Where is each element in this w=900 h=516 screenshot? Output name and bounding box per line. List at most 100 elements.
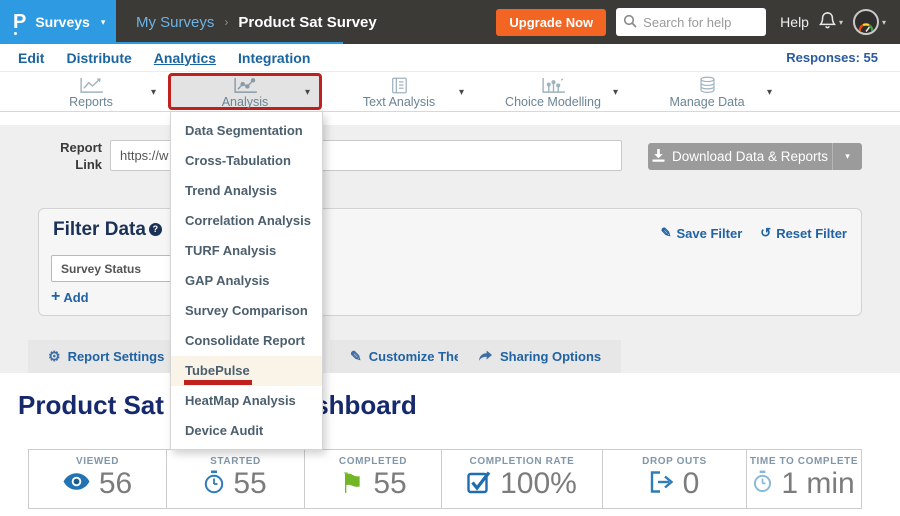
chevron-down-icon: ▾ bbox=[613, 87, 618, 98]
menu-item-tubepulse[interactable]: TubePulse bbox=[171, 356, 322, 386]
toolbar-label: Reports bbox=[17, 95, 165, 109]
menu-item-device-audit[interactable]: Device Audit bbox=[171, 416, 322, 446]
nav-analytics[interactable]: Analytics bbox=[154, 50, 216, 66]
reset-filter-button[interactable]: ↺ Reset Filter bbox=[760, 225, 847, 241]
search-input[interactable] bbox=[616, 8, 766, 36]
toolbar-label: Analysis bbox=[171, 95, 319, 109]
tab-sharing-options[interactable]: Sharing Options bbox=[458, 340, 621, 373]
upgrade-now-button[interactable]: Upgrade Now bbox=[496, 9, 606, 36]
tab-report-settings[interactable]: ⚙ Report Settings bbox=[28, 340, 184, 373]
stopwatch-icon bbox=[204, 470, 224, 499]
stat-viewed: VIEWED 56 bbox=[29, 450, 167, 508]
eye-icon bbox=[63, 473, 90, 495]
download-options-caret[interactable]: ▾ bbox=[832, 143, 862, 170]
share-icon bbox=[478, 349, 493, 365]
combo-chart-icon bbox=[479, 77, 627, 94]
chevron-down-icon: ▾ bbox=[151, 87, 156, 98]
search-icon bbox=[623, 14, 637, 33]
menu-item-trend-analysis[interactable]: Trend Analysis bbox=[171, 176, 322, 206]
app-window: P Surveys ▾ My Surveys › Product Sat Sur… bbox=[0, 0, 900, 516]
download-data-reports-button[interactable]: Download Data & Reports ▾ bbox=[648, 143, 862, 170]
exit-icon bbox=[650, 471, 674, 498]
stat-completion-rate: COMPLETION RATE 100% bbox=[442, 450, 603, 508]
chevron-down-icon: ▾ bbox=[305, 87, 310, 98]
stat-time-to-complete: TIME TO COMPLETE 1 min bbox=[747, 450, 861, 508]
scatter-chart-icon bbox=[171, 77, 319, 94]
stat-started: STARTED 55 bbox=[167, 450, 305, 508]
menu-item-cross-tabulation[interactable]: Cross-Tabulation bbox=[171, 146, 322, 176]
chevron-down-icon: ▾ bbox=[101, 17, 106, 28]
nav-edit[interactable]: Edit bbox=[18, 50, 44, 66]
menu-item-data-segmentation[interactable]: Data Segmentation bbox=[171, 116, 322, 146]
chevron-down-icon: ▾ bbox=[882, 18, 886, 27]
download-label: Download Data & Reports bbox=[672, 149, 828, 164]
toolbar-label: Manage Data bbox=[633, 95, 781, 109]
menu-item-consolidate-report[interactable]: Consolidate Report bbox=[171, 326, 322, 356]
survey-status-value: Survey Status bbox=[61, 262, 141, 276]
stat-completed: COMPLETED ⚑ 55 bbox=[305, 450, 442, 508]
gear-icon: ⚙ bbox=[48, 348, 61, 365]
line-chart-icon bbox=[17, 77, 165, 94]
pencil-icon: ✎ bbox=[350, 348, 362, 365]
menu-item-heatmap-analysis[interactable]: HeatMap Analysis bbox=[171, 386, 322, 416]
checkbox-icon bbox=[467, 470, 491, 499]
breadcrumb-my-surveys[interactable]: My Surveys bbox=[136, 14, 214, 31]
ledger-icon bbox=[325, 77, 473, 94]
toolbar-manage-data[interactable]: Manage Data ▾ bbox=[630, 73, 784, 110]
toolbar-label: Text Analysis bbox=[325, 95, 473, 109]
breadcrumb: My Surveys › Product Sat Survey bbox=[136, 14, 377, 31]
pencil-icon: ✎ bbox=[661, 225, 672, 241]
responses-count: Responses: 55 bbox=[786, 50, 878, 65]
save-filter-button[interactable]: ✎ Save Filter bbox=[661, 225, 743, 241]
report-link-label: Report Link bbox=[50, 140, 102, 174]
notifications-menu[interactable]: ▾ bbox=[819, 11, 843, 34]
filter-actions: ✎ Save Filter ↺ Reset Filter bbox=[661, 225, 847, 241]
toolbar-choice-modelling[interactable]: Choice Modelling ▾ bbox=[476, 73, 630, 110]
breadcrumb-current-survey: Product Sat Survey bbox=[238, 14, 376, 31]
analysis-dropdown-menu: Data Segmentation Cross-Tabulation Trend… bbox=[170, 112, 323, 450]
menu-item-survey-comparison[interactable]: Survey Comparison bbox=[171, 296, 322, 326]
breadcrumb-separator: › bbox=[224, 15, 228, 29]
filter-data-panel: Filter Data? ✎ Save Filter ↺ Reset Filte… bbox=[38, 208, 862, 316]
help-link[interactable]: Help bbox=[780, 14, 809, 30]
chevron-down-icon: ▾ bbox=[459, 87, 464, 98]
account-menu[interactable]: ▾ bbox=[853, 9, 886, 35]
chevron-down-icon: ▾ bbox=[767, 87, 772, 98]
product-name: Surveys bbox=[35, 14, 89, 30]
survey-status-select[interactable]: Survey Status ▾ bbox=[51, 255, 188, 282]
nav-distribute[interactable]: Distribute bbox=[66, 50, 131, 66]
report-tabs: ⚙ Report Settings ✎ Customize Theme Shar… bbox=[0, 340, 900, 373]
brand-logo-icon: P bbox=[13, 12, 26, 32]
menu-item-correlation-analysis[interactable]: Correlation Analysis bbox=[171, 206, 322, 236]
reset-icon: ↺ bbox=[760, 225, 771, 241]
toolbar-text-analysis[interactable]: Text Analysis ▾ bbox=[322, 73, 476, 110]
avatar bbox=[853, 9, 879, 35]
bell-icon bbox=[819, 11, 836, 34]
content-area: Report Link Download Data & Reports ▾ Fi… bbox=[0, 112, 900, 516]
survey-nav: Edit Distribute Analytics Integration Re… bbox=[0, 44, 900, 71]
stats-summary: VIEWED 56 STARTED 55 bbox=[28, 449, 862, 509]
help-search bbox=[616, 8, 766, 36]
toolbar-reports[interactable]: Reports ▾ bbox=[14, 73, 168, 110]
menu-item-turf-analysis[interactable]: TURF Analysis bbox=[171, 236, 322, 266]
plus-icon: + bbox=[51, 289, 60, 305]
database-icon bbox=[633, 77, 781, 94]
add-filter-button[interactable]: + Add bbox=[51, 289, 89, 305]
analytics-toolbar: Reports ▾ Analysis ▾ Text Analysis ▾ Cho… bbox=[0, 71, 900, 112]
download-icon bbox=[652, 149, 665, 165]
annotation-underline bbox=[184, 380, 252, 385]
flag-icon: ⚑ bbox=[339, 470, 364, 498]
product-switcher[interactable]: P Surveys ▾ bbox=[0, 0, 116, 44]
nav-integration[interactable]: Integration bbox=[238, 50, 310, 66]
toolbar-label: Choice Modelling bbox=[479, 95, 627, 109]
stat-drop-outs: DROP OUTS 0 bbox=[603, 450, 747, 508]
timer-icon bbox=[753, 470, 772, 498]
menu-item-gap-analysis[interactable]: GAP Analysis bbox=[171, 266, 322, 296]
help-icon[interactable]: ? bbox=[149, 223, 162, 236]
chevron-down-icon: ▾ bbox=[845, 151, 850, 162]
top-bar: P Surveys ▾ My Surveys › Product Sat Sur… bbox=[0, 0, 900, 44]
top-bar-actions: Upgrade Now Help ▾ bbox=[496, 8, 900, 36]
dashboard-section: Product Sat Survey - Dashboard VIEWED 56… bbox=[0, 373, 900, 516]
toolbar-analysis[interactable]: Analysis ▾ bbox=[168, 73, 322, 110]
filter-data-title: Filter Data? bbox=[53, 219, 162, 241]
